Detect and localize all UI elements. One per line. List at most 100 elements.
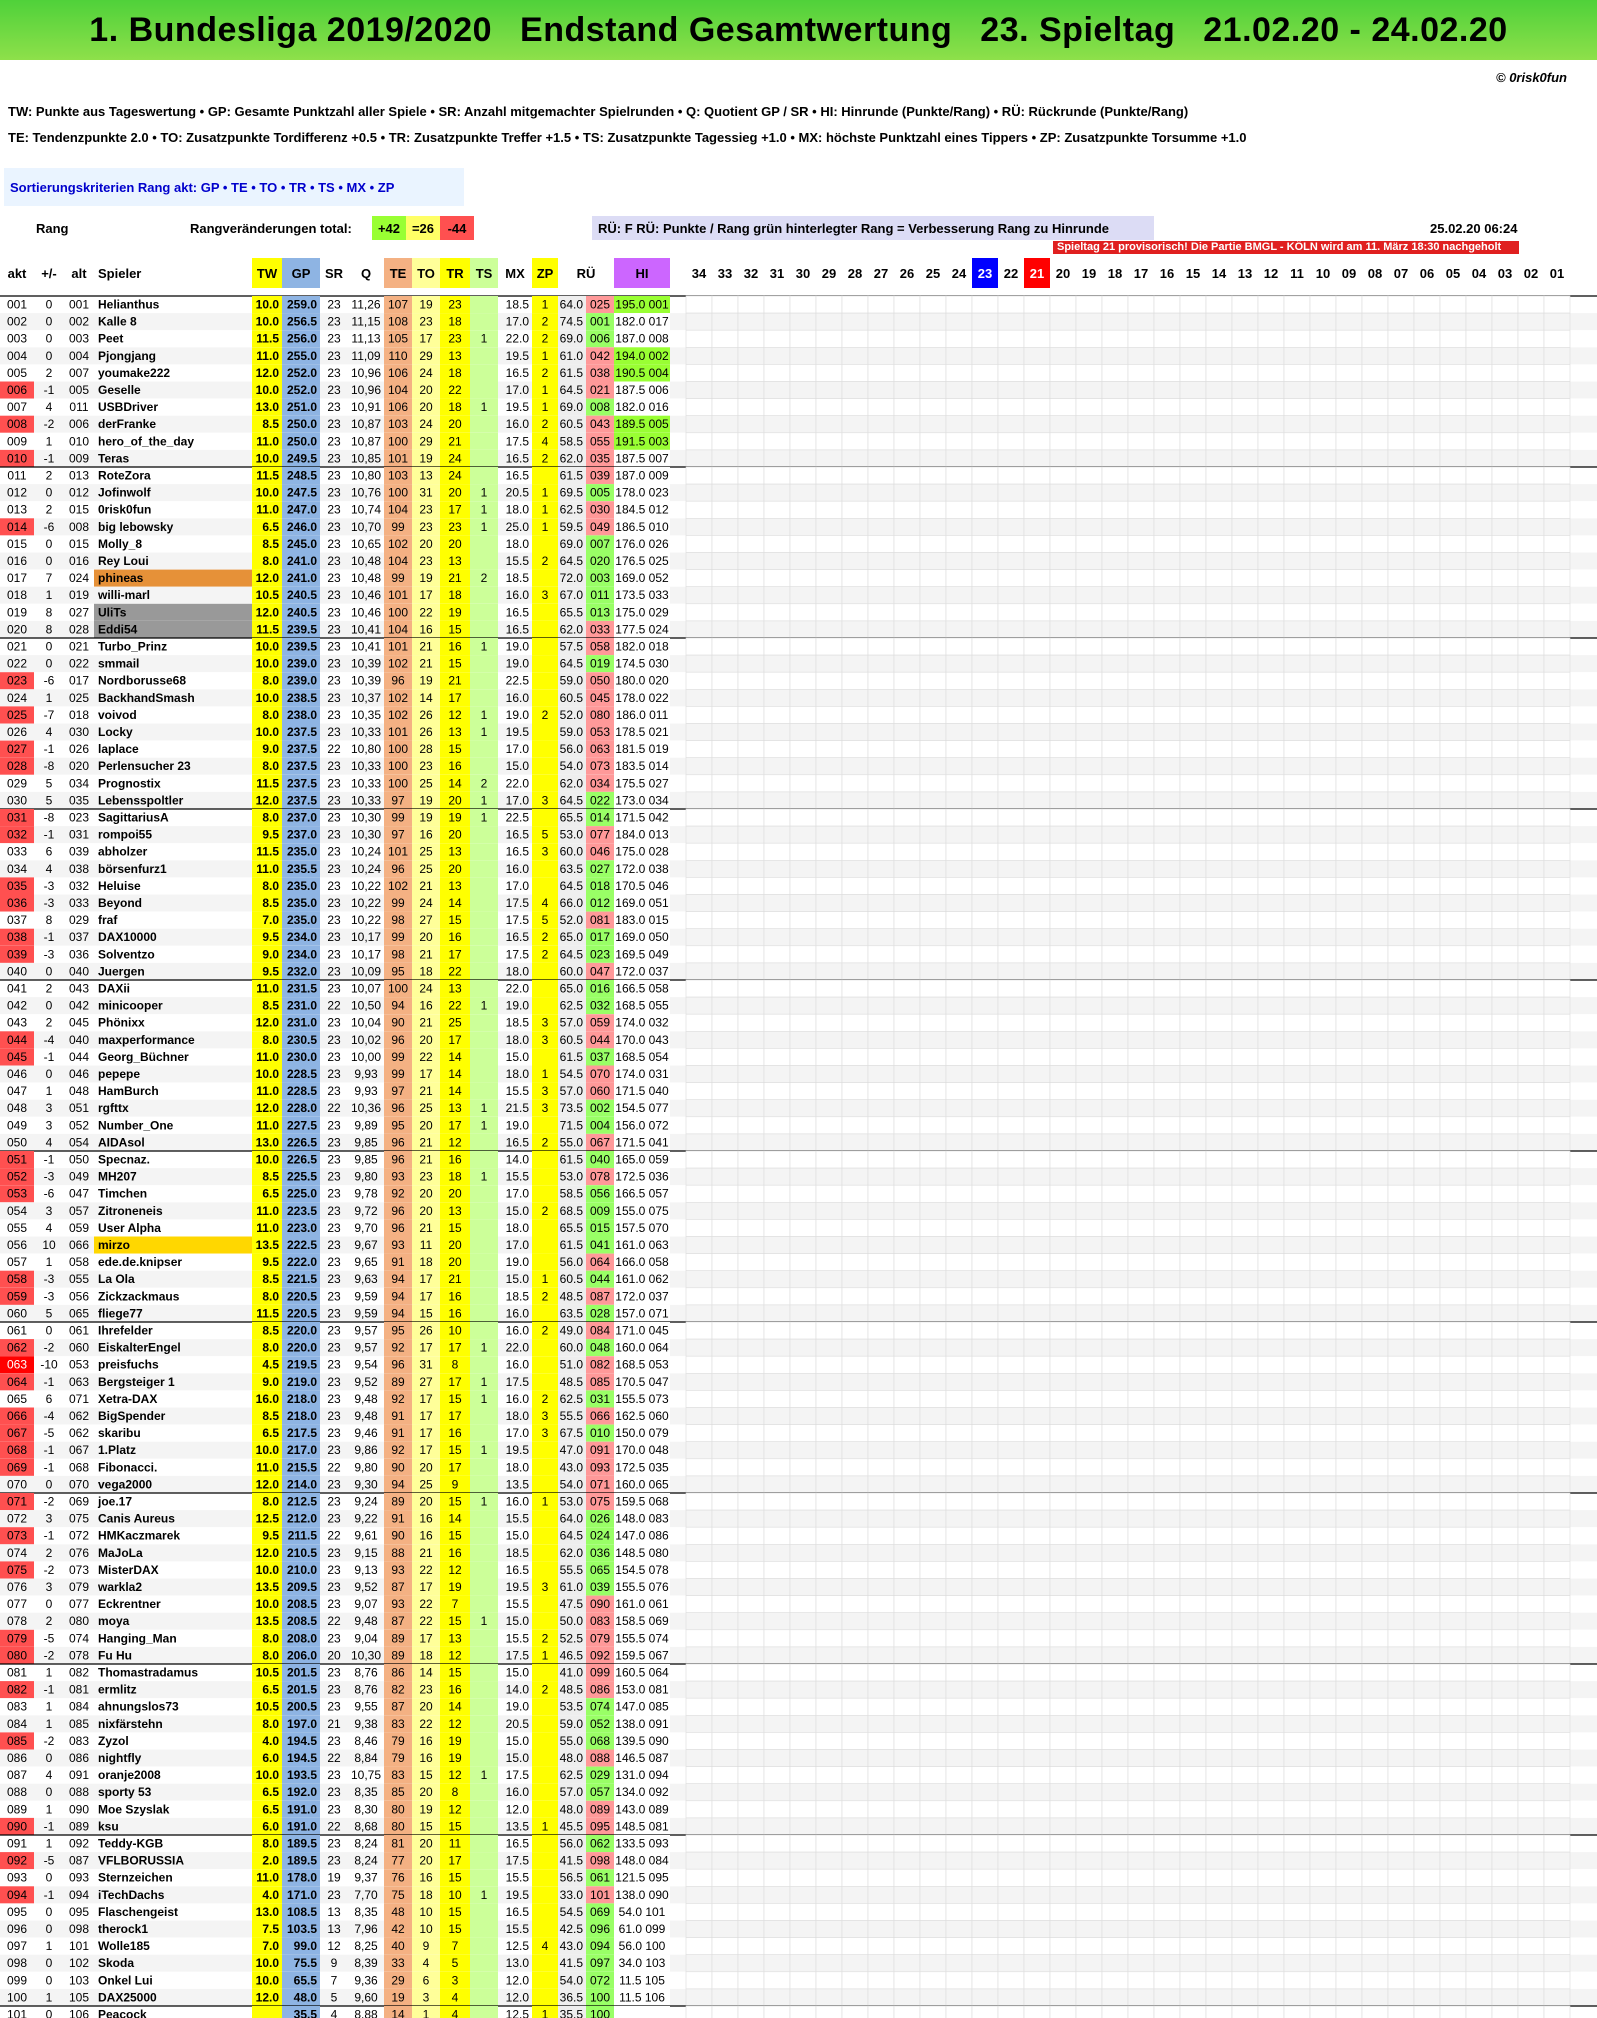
matchday-cell [1387,1424,1415,1442]
matchday-empty [867,1509,895,1528]
matchday-cell [1335,1373,1363,1391]
matchday-cell [1257,295,1285,314]
cell-GP: 218.0 [287,1409,317,1423]
matchday-empty [867,1219,895,1237]
matchday-cell [1205,483,1233,502]
matchday-empty [685,1475,713,1494]
matchday-cell [1543,740,1571,759]
matchday-cell [1205,945,1233,964]
cell-TW: 10.0 [256,1153,280,1167]
matchday-cell [1517,1321,1545,1340]
matchday-cell [1179,1526,1207,1545]
cell-MX: 17.5 [506,896,530,910]
matchday-cell [1127,1219,1155,1237]
matchday-cell [1335,295,1363,314]
cell-SR: 23 [327,845,341,859]
matchday-cell [1023,791,1051,810]
cell-Q: 10,22 [351,879,381,893]
matchday-cell [1491,945,1519,964]
matchday-empty [945,1492,973,1511]
matchday-cell [1257,1304,1285,1323]
matchday-cell [1413,911,1441,929]
matchday-cell [1205,1013,1233,1032]
matchday-cell [1387,1030,1415,1049]
cell-TS: 1 [481,503,488,517]
matchday-cell [1439,1612,1467,1631]
matchday-cell [1439,945,1467,964]
matchday-empty [763,1219,791,1237]
matchday-empty [919,1321,947,1340]
cell-ZP: 3 [542,1033,549,1047]
matchday-cell [1491,1475,1519,1494]
matchday-empty [867,329,895,348]
cell-Q: 10,70 [351,520,381,534]
matchday-cell [1179,825,1207,844]
matchday-cell [1413,962,1441,981]
cell-ru-points: 60.0 [560,1341,584,1355]
cell-Spieler: Number_One [98,1118,174,1132]
cell-Spieler: Jofinwolf [98,486,152,500]
matchday-cell [997,466,1025,485]
cell-TO: 26 [419,708,433,722]
matchday-empty [815,586,843,605]
cell-alt: 023 [69,811,89,825]
matchday-empty [685,1321,713,1340]
cell-bg-ZP [532,980,558,998]
cell-alt: 075 [69,1512,89,1526]
cell-MX: 15.0 [506,1614,530,1628]
matchday-cell [971,1355,999,1374]
matchday-cell [1231,688,1259,707]
matchday-cell [1465,1030,1493,1049]
matchday-empty [815,1167,843,1186]
matchday-cell [1361,1407,1389,1425]
matchday-cell [1205,911,1233,929]
matchday-empty [893,706,921,724]
matchday-cell [971,1595,999,1613]
matchday-cell [1257,432,1285,451]
matchday-empty [711,654,739,673]
matchday-cell [971,1065,999,1083]
cell-ru-rank: 053 [590,725,610,739]
matchday-cell [1439,586,1467,605]
cell-alt: 047 [69,1187,89,1201]
matchday-cell [1543,962,1571,981]
matchday-empty [919,825,947,844]
cell-bg-ZP [532,962,558,980]
matchday-cell [1439,1116,1467,1135]
cell-alt: 070 [69,1477,89,1491]
matchday-empty [867,1304,895,1323]
cell-TE: 87 [391,1580,405,1594]
matchday-label-19: 19 [1082,266,1096,281]
cell-ZP: 1 [542,349,549,363]
matchday-cell [1387,1065,1415,1083]
cell-TO: 17 [419,1272,433,1286]
matchday-cell [1231,1287,1259,1306]
matchday-empty [737,1082,765,1100]
cell-Spieler: Specnaz. [98,1153,150,1167]
cell-MX: 17.5 [506,1375,530,1389]
cell-SR: 23 [327,469,341,483]
cell-GP: 241.0 [287,554,317,568]
cell-TR: 18 [448,588,462,602]
cell-hi: 155.0 075 [615,1204,669,1218]
matchday-cell [1179,1321,1207,1340]
cell-Spieler: User Alpha [98,1221,161,1235]
matchday-empty [893,1065,921,1083]
matchday-cell [1387,774,1415,793]
matchday-empty [711,517,739,536]
cell-hi: 173.5 033 [615,588,669,602]
matchday-cell [1153,1304,1181,1323]
matchday-empty [945,945,973,964]
cell-akt: 069 [7,1460,27,1474]
matchday-cell [1517,398,1545,417]
matchday-cell [1465,1082,1493,1100]
matchday-empty [867,1236,895,1254]
matchday-empty [789,381,817,399]
rank-label: Rang [36,221,69,236]
matchday-cell [1309,842,1337,861]
cell-alt: 054 [69,1135,89,1149]
matchday-empty [737,1612,765,1631]
matchday-cell [1205,603,1233,622]
matchday-cell [1205,979,1233,998]
ru-info: RÜ: F RÜ: Punkte / Rang grün hinterlegte… [592,216,1154,240]
